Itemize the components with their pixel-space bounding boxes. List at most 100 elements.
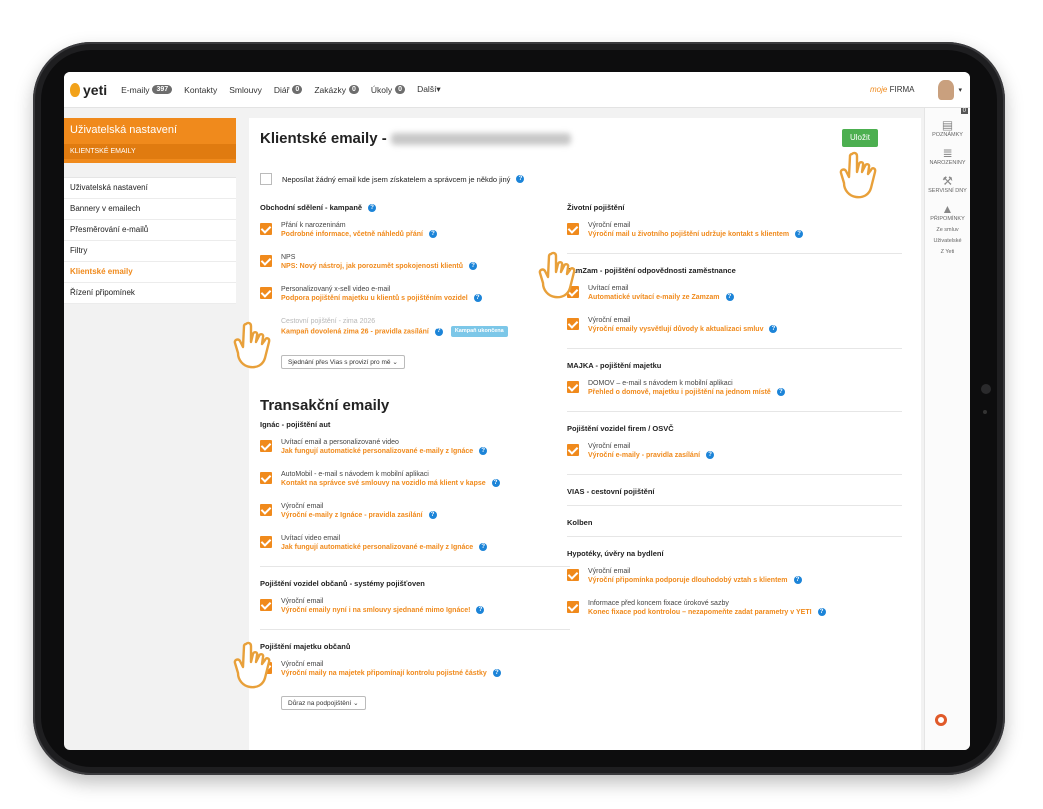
sidebar-item-client-emails[interactable]: Klientské emaily: [64, 262, 236, 283]
help-icon[interactable]: ?: [469, 262, 478, 271]
help-icon[interactable]: ?: [516, 175, 525, 183]
item-link[interactable]: Výroční e-maily - pravidla zasílání: [588, 452, 700, 459]
item-sub-row: Podpora pojištění majetku u klientů s po…: [281, 294, 482, 303]
divider: [567, 505, 902, 506]
item-link[interactable]: Výroční emaily vysvětlují důvody k aktua…: [588, 326, 763, 333]
help-icon[interactable]: ?: [434, 327, 443, 336]
nav-contracts[interactable]: Smlouvy: [229, 85, 262, 95]
help-icon[interactable]: ?: [776, 388, 785, 397]
checkbox-checked[interactable]: [260, 255, 272, 268]
rail-notes[interactable]: ▤ POZNÁMKY: [925, 118, 970, 138]
item-link[interactable]: Kontakt na správce své smlouvy na vozidl…: [281, 480, 486, 487]
help-icon[interactable]: ?: [706, 451, 715, 460]
rail-reminders[interactable]: ▲ PŘIPOMÍNKY: [925, 202, 970, 222]
rail-birthdays[interactable]: ≣ NAROZENINY: [925, 146, 970, 166]
save-button[interactable]: Uložit: [842, 129, 878, 147]
help-icon[interactable]: ?: [725, 293, 734, 302]
list-item: Cestovní pojištění - zima 2026 Kampaň do…: [260, 317, 570, 338]
rail-sub-yeti[interactable]: Z Yeti: [925, 249, 970, 255]
nav-emails[interactable]: E-maily 397: [121, 85, 173, 95]
checkbox-checked[interactable]: [567, 318, 579, 330]
nav-label: Úkoly: [370, 84, 393, 95]
section-title: Životní pojištění: [567, 203, 625, 212]
help-icon[interactable]: ?: [817, 608, 826, 617]
item-title: Výroční email: [588, 568, 631, 575]
sidebar-item-user-settings[interactable]: Uživatelská nastavení: [64, 178, 236, 199]
checkbox-checked[interactable]: [260, 504, 272, 517]
help-icon[interactable]: ?: [479, 447, 488, 456]
sidebar-item-banners[interactable]: Bannery v emailech: [64, 199, 236, 220]
sidebar-item-redirects[interactable]: Přesměrování e-mailů: [64, 220, 236, 241]
nav-tasks[interactable]: Úkoly 0: [370, 84, 406, 95]
item-text: AutoMobil - e-mail s návodem k mobilní a…: [281, 470, 500, 488]
checkbox-checked[interactable]: [260, 662, 272, 675]
item-link[interactable]: Přehled o domově, majetku i pojištění na…: [588, 389, 771, 396]
item-link[interactable]: Výroční mail u životního pojištění udržu…: [588, 231, 789, 238]
help-icon[interactable]: ?: [368, 204, 377, 213]
yeti-logo[interactable]: yeti: [70, 82, 107, 98]
sidebar-item-filters[interactable]: Filtry: [64, 241, 236, 262]
help-icon[interactable]: ?: [476, 606, 485, 615]
help-icon[interactable]: ?: [428, 511, 437, 520]
checkbox-checked[interactable]: [260, 223, 272, 236]
checkbox-checked[interactable]: [567, 381, 579, 393]
divider: [567, 411, 902, 412]
checkbox-checked[interactable]: [567, 223, 579, 235]
nav-contacts[interactable]: Kontakty: [184, 85, 217, 95]
item-text: Výroční email Výroční e-maily z Ignáce -…: [281, 502, 437, 520]
nav-orders[interactable]: Zakázky 0: [314, 85, 359, 95]
help-icon[interactable]: ?: [491, 479, 500, 488]
help-icon[interactable]: ?: [479, 543, 488, 552]
help-icon[interactable]: ?: [795, 230, 804, 239]
rail-label: SERVISNÍ DNY: [928, 188, 967, 194]
help-icon[interactable]: ?: [492, 669, 501, 678]
company-switch[interactable]: moje FIRMA: [870, 85, 914, 94]
top-navigation: yeti E-maily 397 Kontakty Smlouvy Diář 0 Z…: [64, 72, 970, 108]
no-email-checkbox[interactable]: [260, 173, 272, 185]
checkbox-checked[interactable]: [260, 440, 272, 453]
sidebar-item-reminders[interactable]: Řízení připomínek: [64, 283, 236, 304]
rail-sub-contracts[interactable]: Ze smluv: [925, 227, 970, 233]
nav-label: Diář: [273, 84, 290, 95]
item-link[interactable]: Automatické uvítací e-maily ze Zamzam: [588, 294, 720, 301]
nav-diary[interactable]: Diář 0: [274, 85, 303, 95]
majetek-select[interactable]: Důraz na podpojištění ⌄: [281, 696, 366, 711]
help-icon[interactable]: ?: [473, 294, 482, 303]
checkbox-checked[interactable]: [567, 569, 579, 581]
list-item: DOMOV – e-mail s návodem k mobilní aplik…: [567, 379, 902, 397]
nav-more[interactable]: Další▾: [417, 84, 441, 95]
rail-sub-user[interactable]: Uživatelské: [925, 238, 970, 244]
rail-service-days[interactable]: ⚒ SERVISNÍ DNY: [925, 174, 970, 194]
item-link[interactable]: Výroční emaily nyní i na smlouvy sjednan…: [281, 607, 470, 614]
list-item: Výroční email Výroční připomínka podporu…: [567, 567, 902, 585]
item-link[interactable]: Jak fungují automatické personalizované …: [281, 544, 473, 551]
chevron-down-icon[interactable]: ▾: [958, 86, 962, 94]
help-icon[interactable]: ?: [428, 230, 437, 239]
item-link[interactable]: NPS: Nový nástroj, jak porozumět spokoje…: [281, 263, 463, 270]
item-link[interactable]: Jak fungují automatické personalizované …: [281, 448, 473, 455]
checkbox-checked[interactable]: [567, 444, 579, 456]
checkbox-checked[interactable]: [260, 472, 272, 485]
campaign-select[interactable]: Sjednání přes Vias s provizí pro mě ⌄: [281, 355, 405, 370]
help-icon[interactable]: ?: [769, 325, 778, 334]
help-lifebuoy-icon[interactable]: [935, 714, 947, 726]
page-title-text: Klientské emaily -: [260, 130, 387, 147]
avatar[interactable]: [938, 79, 955, 100]
item-link[interactable]: Konec fixace pod kontrolou – nezapomeňte…: [588, 609, 812, 616]
left-column: Obchodní sdělení - kampaně? Přání k naro…: [260, 203, 570, 720]
checkbox-checked[interactable]: [260, 287, 272, 300]
item-link[interactable]: Výroční e-maily z Ignáce - pravidla zasí…: [281, 512, 423, 519]
item-link[interactable]: Podrobné informace, včetně náhledů přání: [281, 231, 423, 238]
item-link[interactable]: Výroční připomínka podporuje dlouhodobý …: [588, 577, 788, 584]
item-link[interactable]: Podpora pojištění majetku u klientů s po…: [281, 295, 468, 302]
checkbox-checked[interactable]: [260, 599, 272, 612]
item-link[interactable]: Výroční maily na majetek připomínají kon…: [281, 670, 487, 677]
item-sub-row: Výroční e-maily z Ignáce - pravidla zasí…: [281, 511, 437, 520]
checkbox-checked[interactable]: [260, 536, 272, 549]
help-icon[interactable]: ?: [793, 576, 802, 585]
checkbox-checked[interactable]: [567, 601, 579, 613]
item-title: Cestovní pojištění - zima 2026: [281, 318, 376, 326]
list-item: Personalizovaný x-sell video e-mail Podp…: [260, 285, 570, 303]
checkbox-checked[interactable]: [567, 286, 579, 298]
item-link[interactable]: Kampaň dovolená zima 26 - pravidla zasíl…: [281, 328, 429, 335]
